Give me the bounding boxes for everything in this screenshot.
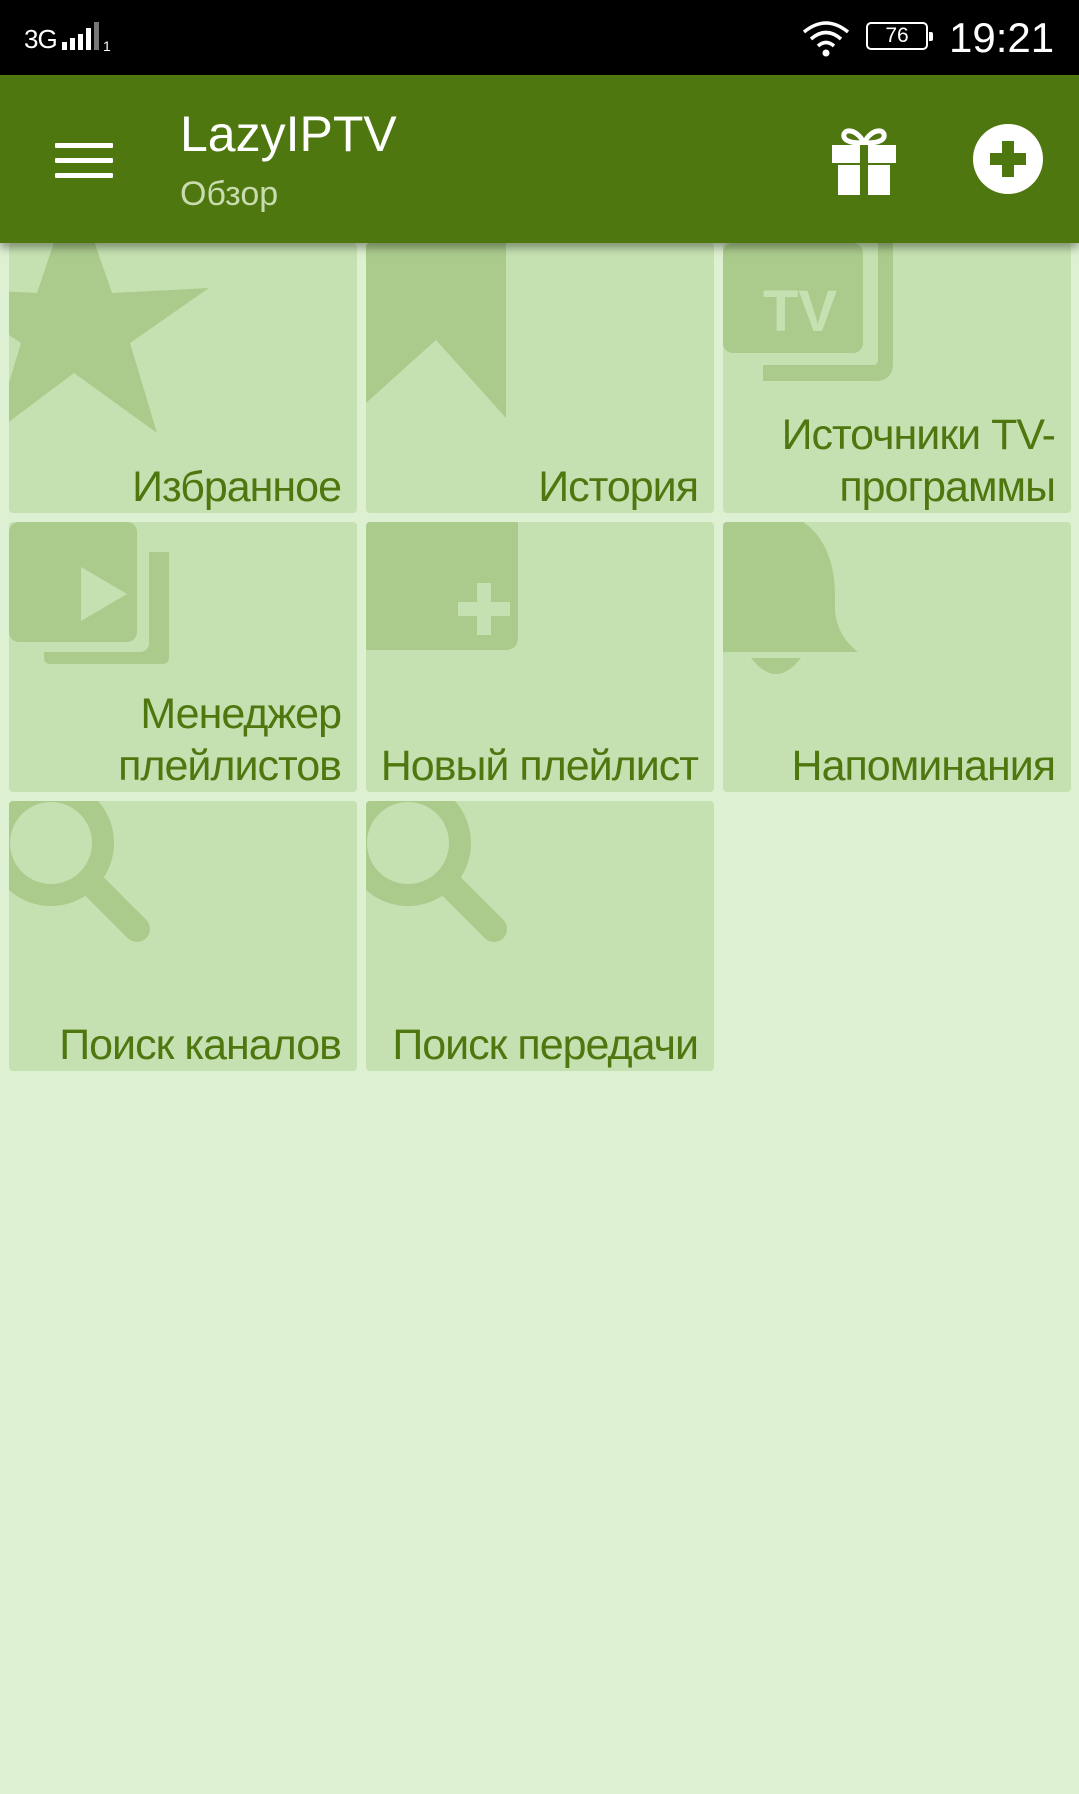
svg-text:TV: TV — [763, 279, 837, 344]
tile-history[interactable]: История — [366, 243, 714, 513]
screen-subtitle: Обзор — [180, 175, 279, 213]
app-bar: LazyIPTV Обзор — [0, 75, 1079, 243]
gift-icon — [832, 128, 896, 195]
tile-reminders[interactable]: Напоминания — [723, 522, 1071, 792]
add-playlist-button[interactable] — [966, 113, 1058, 205]
tile-label: Менеджер плейлистов — [118, 690, 342, 790]
tile-program-search[interactable]: Поиск передачи — [366, 801, 714, 1071]
tile-favorites[interactable]: Избранное — [9, 243, 357, 513]
network-type: 3G — [24, 24, 58, 54]
tile-label: Новый плейлист — [380, 742, 699, 790]
signal-strength-icon — [62, 22, 99, 50]
status-bar: 3G 1 76 19:21 — [0, 0, 1079, 75]
sim-slot: 1 — [103, 38, 111, 54]
tile-label: История — [538, 463, 699, 511]
tile-label: Источники TV- программы — [781, 411, 1056, 511]
tile-playlist-manager[interactable]: Менеджер плейлистов — [9, 522, 357, 792]
battery-icon: 76 — [866, 22, 933, 50]
tile-label: Избранное — [132, 463, 342, 511]
add-circle-icon — [973, 124, 1043, 194]
gift-button[interactable] — [818, 113, 910, 205]
tile-label: Напоминания — [791, 742, 1056, 790]
tile-new-playlist[interactable]: Новый плейлист — [366, 522, 714, 792]
tile-tv-sources[interactable]: TV Источники TV- программы — [723, 243, 1071, 513]
app-title: LazyIPTV — [180, 106, 397, 162]
battery-level: 76 — [885, 24, 909, 47]
tile-channel-search[interactable]: Поиск каналов — [9, 801, 357, 1071]
wifi-icon — [802, 21, 850, 57]
clock: 19:21 — [949, 14, 1055, 61]
tile-label: Поиск каналов — [59, 1021, 342, 1069]
menu-button[interactable] — [40, 123, 128, 195]
tile-label: Поиск передачи — [392, 1021, 699, 1069]
